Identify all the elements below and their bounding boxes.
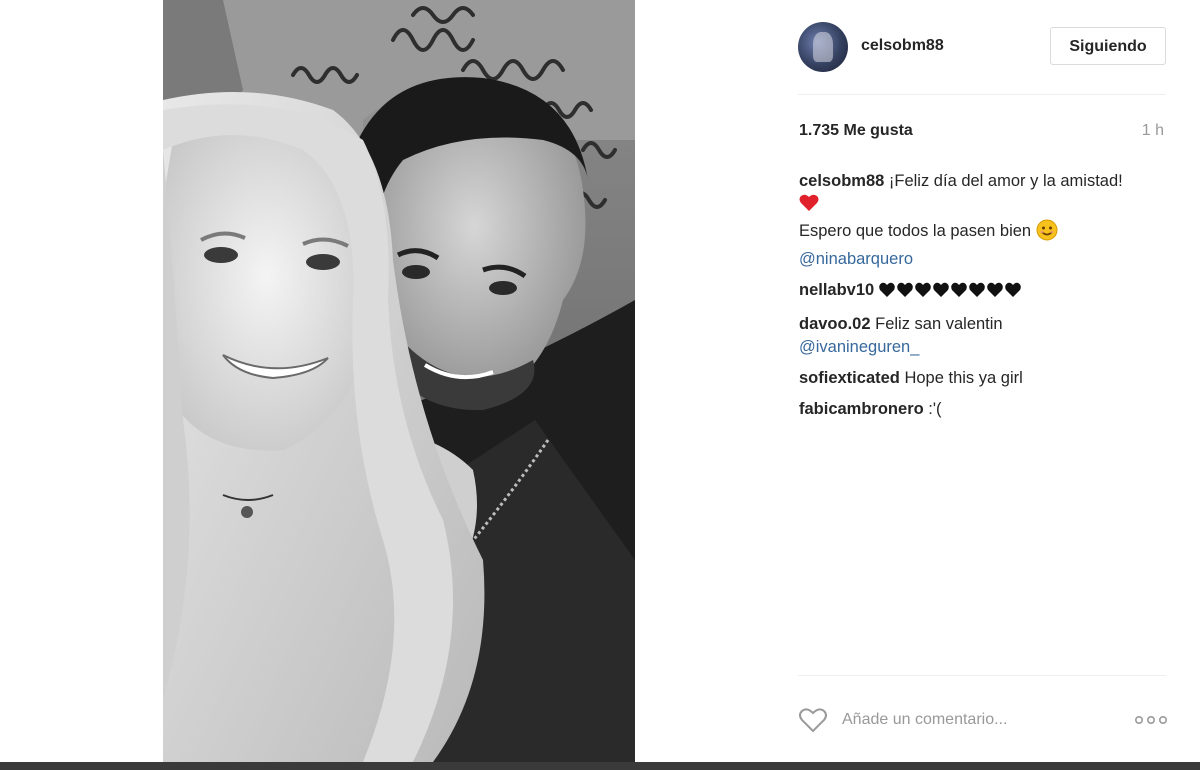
avatar[interactable] <box>798 22 848 72</box>
comment-text: Feliz san valentin <box>875 315 1003 333</box>
add-comment-row <box>798 704 1168 738</box>
instagram-post-page: celsobm88 Siguiendo 1.735 Me gusta 1 h c… <box>0 0 1200 770</box>
comment-username[interactable]: fabicambronero <box>799 400 924 418</box>
comments-list: celsobm88 ¡Feliz día del amor y la amist… <box>799 170 1167 429</box>
red-heart-icon <box>799 194 819 219</box>
comment-item: davoo.02 Feliz san valentin @ivaninegure… <box>799 313 1167 359</box>
post-author-username[interactable]: celsobm88 <box>861 37 944 55</box>
caption-mention-link[interactable]: @ninabarquero <box>799 250 913 268</box>
more-options-icon[interactable] <box>1134 712 1168 728</box>
post-timestamp[interactable]: 1 h <box>1142 122 1164 140</box>
smiling-face-icon <box>1036 219 1058 248</box>
post-header: celsobm88 Siguiendo <box>798 20 1168 74</box>
window-bottom-bar <box>0 762 1200 770</box>
caption-text-line2: Espero que todos la pasen bien <box>799 222 1032 240</box>
comment-item: sofiexticated Hope this ya girl <box>799 367 1167 390</box>
comment-username[interactable]: nellabv10 <box>799 281 874 299</box>
comment-text: Hope this ya girl <box>904 369 1023 387</box>
header-divider <box>798 94 1166 95</box>
likes-row: 1.735 Me gusta 1 h <box>798 122 1166 142</box>
comment-text: :'( <box>928 400 942 418</box>
couple-selfie-image <box>163 0 635 762</box>
comment-mention-link[interactable]: @ivanineguren_ <box>799 338 919 356</box>
caption: celsobm88 ¡Feliz día del amor y la amist… <box>799 170 1167 271</box>
comment-username[interactable]: davoo.02 <box>799 315 871 333</box>
comment-item: fabicambronero :'( <box>799 398 1167 421</box>
heart-outline-icon[interactable] <box>798 706 828 734</box>
caption-username[interactable]: celsobm88 <box>799 172 884 190</box>
likes-count[interactable]: 1.735 Me gusta <box>799 122 913 140</box>
post-photo[interactable] <box>163 0 635 762</box>
comment-username[interactable]: sofiexticated <box>799 369 900 387</box>
black-hearts-icon <box>879 282 1027 305</box>
comment-box-divider <box>798 675 1166 676</box>
caption-text-line1: ¡Feliz día del amor y la amistad! <box>888 172 1123 190</box>
add-comment-input[interactable] <box>842 706 1122 734</box>
comment-item: nellabv10 <box>799 279 1167 305</box>
following-button[interactable]: Siguiendo <box>1050 27 1166 65</box>
post-details-panel: celsobm88 Siguiendo 1.735 Me gusta 1 h c… <box>798 0 1168 762</box>
